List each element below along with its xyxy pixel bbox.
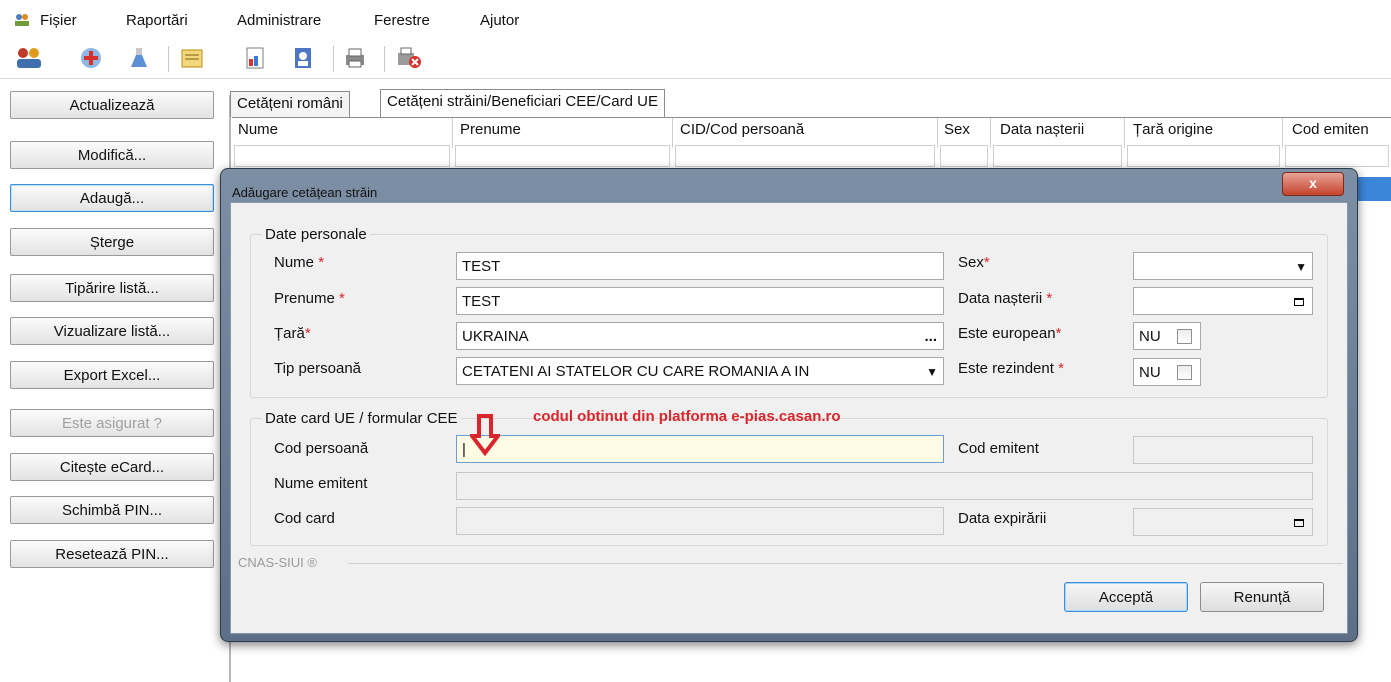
dialog-title: Adăugare cetățean străin bbox=[232, 185, 378, 200]
chevron-down-icon[interactable]: ▼ bbox=[1295, 253, 1307, 279]
col-header-sex[interactable]: Sex bbox=[944, 121, 970, 138]
cod-persoana-input[interactable]: | bbox=[456, 435, 944, 463]
column-divider bbox=[1282, 118, 1283, 148]
printer-list-icon[interactable] bbox=[344, 47, 366, 69]
reset-pin-button[interactable]: Resetează PIN... bbox=[10, 540, 214, 568]
nume-input[interactable]: TEST bbox=[456, 252, 944, 280]
medical-kit-icon[interactable] bbox=[80, 47, 102, 69]
cod-emitent-input[interactable] bbox=[1133, 436, 1313, 464]
column-divider bbox=[1124, 118, 1125, 148]
tip-persoana-label: Tip persoană bbox=[274, 360, 361, 377]
down-arrow-icon bbox=[467, 414, 503, 460]
tab-foreign-citizens[interactable]: Cetățeni străini/Beneficiari CEE/Card UE bbox=[380, 89, 665, 117]
column-divider bbox=[452, 118, 453, 148]
calendar-icon[interactable] bbox=[1294, 519, 1304, 527]
delete-button[interactable]: Șterge bbox=[10, 228, 214, 256]
cod-card-input[interactable] bbox=[456, 507, 944, 535]
note-pad-icon[interactable] bbox=[180, 47, 203, 69]
tara-label: Țară* bbox=[274, 325, 311, 342]
menu-fisier[interactable]: Fișier bbox=[40, 12, 77, 29]
users-icon[interactable] bbox=[16, 47, 41, 69]
cod-emitent-label: Cod emitent bbox=[958, 440, 1039, 457]
european-label: Este european* bbox=[958, 325, 1062, 342]
sex-label: Sex* bbox=[958, 254, 990, 271]
col-header-prenume[interactable]: Prenume bbox=[460, 121, 521, 138]
data-expirarii-label: Data expirării bbox=[958, 510, 1047, 527]
export-excel-button[interactable]: Export Excel... bbox=[10, 361, 214, 389]
tara-input[interactable]: UKRAINA ... bbox=[456, 322, 944, 350]
european-value: NU bbox=[1139, 328, 1161, 345]
filter-nume[interactable] bbox=[234, 145, 450, 167]
expiry-date-picker[interactable] bbox=[1133, 508, 1313, 536]
col-header-nume[interactable]: Nume bbox=[238, 121, 278, 138]
filter-prenume[interactable] bbox=[455, 145, 670, 167]
nume-emitent-input[interactable] bbox=[456, 472, 1313, 500]
chevron-down-icon[interactable]: ▼ bbox=[926, 358, 938, 384]
european-checkbox[interactable] bbox=[1177, 329, 1192, 344]
tara-value: UKRAINA bbox=[462, 328, 529, 345]
filter-birthdate[interactable] bbox=[993, 145, 1122, 167]
menu-ajutor[interactable]: Ajutor bbox=[480, 12, 519, 29]
menu-bar: Fișier Raportări Administrare Ferestre A… bbox=[0, 0, 1391, 38]
col-header-issuer-code[interactable]: Cod emiten bbox=[1292, 121, 1369, 138]
accept-button[interactable]: Acceptă bbox=[1064, 582, 1188, 612]
nume-emitent-label: Nume emitent bbox=[274, 475, 368, 492]
footer-brand: CNAS-SIUI ® bbox=[238, 555, 317, 570]
menu-ferestre[interactable]: Ferestre bbox=[374, 12, 430, 29]
rezident-checkbox[interactable] bbox=[1177, 365, 1192, 380]
menu-rapoarte[interactable]: Raportări bbox=[126, 12, 188, 29]
app-icon bbox=[14, 13, 30, 27]
refresh-button[interactable]: Actualizează bbox=[10, 91, 214, 119]
column-divider bbox=[672, 118, 673, 148]
rezident-field[interactable]: NU bbox=[1133, 358, 1201, 386]
column-divider bbox=[990, 118, 991, 148]
add-button[interactable]: Adaugă... bbox=[10, 184, 214, 212]
european-field[interactable]: NU bbox=[1133, 322, 1201, 350]
cod-persoana-label: Cod persoană bbox=[274, 440, 369, 457]
data-nasterii-label: Data nașterii * bbox=[958, 290, 1053, 307]
nume-label: Nume * bbox=[274, 254, 325, 271]
view-list-button[interactable]: Vizualizare listă... bbox=[10, 317, 214, 345]
cod-card-label: Cod card bbox=[274, 510, 335, 527]
document-user-icon[interactable] bbox=[292, 47, 314, 69]
prenume-input[interactable]: TEST bbox=[456, 287, 944, 315]
toolbar-separator bbox=[333, 46, 334, 72]
rezident-value: NU bbox=[1139, 364, 1161, 381]
footer-divider bbox=[348, 563, 1343, 564]
toolbar-separator bbox=[384, 46, 385, 72]
cancel-button[interactable]: Renunță bbox=[1200, 582, 1324, 612]
filter-cid[interactable] bbox=[675, 145, 935, 167]
filter-country[interactable] bbox=[1127, 145, 1280, 167]
eu-card-group-title: Date card UE / formular CEE bbox=[262, 410, 461, 427]
calendar-icon[interactable] bbox=[1294, 298, 1304, 306]
tab-romanian-citizens[interactable]: Cetățeni români bbox=[230, 91, 350, 117]
col-header-cid[interactable]: CID/Cod persoană bbox=[680, 121, 804, 138]
prenume-label: Prenume * bbox=[274, 290, 345, 307]
personal-data-group-title: Date personale bbox=[262, 226, 370, 243]
col-header-country[interactable]: Țară origine bbox=[1133, 121, 1213, 138]
toolbar-separator bbox=[168, 46, 169, 72]
menu-administrare[interactable]: Administrare bbox=[237, 12, 321, 29]
tip-persoana-select[interactable]: CETATENI AI STATELOR CU CARE ROMANIA A I… bbox=[456, 357, 944, 385]
modify-button[interactable]: Modifică... bbox=[10, 141, 214, 169]
annotation-text: codul obtinut din platforma e-pias.casan… bbox=[533, 408, 841, 425]
filter-sex[interactable] bbox=[940, 145, 988, 167]
close-button[interactable]: x bbox=[1282, 172, 1344, 196]
rezident-label: Este rezindent * bbox=[958, 360, 1064, 377]
report-icon[interactable] bbox=[244, 47, 266, 69]
toolbar bbox=[0, 38, 1391, 79]
filter-issuer-code[interactable] bbox=[1285, 145, 1389, 167]
delete-print-icon[interactable] bbox=[396, 47, 421, 69]
is-insured-button[interactable]: Este asigurat ? bbox=[10, 409, 214, 437]
change-pin-button[interactable]: Schimbă PIN... bbox=[10, 496, 214, 524]
tip-persoana-value: CETATENI AI STATELOR CU CARE ROMANIA A I… bbox=[462, 363, 810, 380]
print-list-button[interactable]: Tipărire listă... bbox=[10, 274, 214, 302]
browse-icon[interactable]: ... bbox=[924, 323, 937, 349]
column-divider bbox=[937, 118, 938, 148]
read-ecard-button[interactable]: Citește eCard... bbox=[10, 453, 214, 481]
flask-icon[interactable] bbox=[128, 47, 150, 69]
col-header-birthdate[interactable]: Data nașterii bbox=[1000, 121, 1084, 138]
birthdate-picker[interactable] bbox=[1133, 287, 1313, 315]
sex-select[interactable]: ▼ bbox=[1133, 252, 1313, 280]
